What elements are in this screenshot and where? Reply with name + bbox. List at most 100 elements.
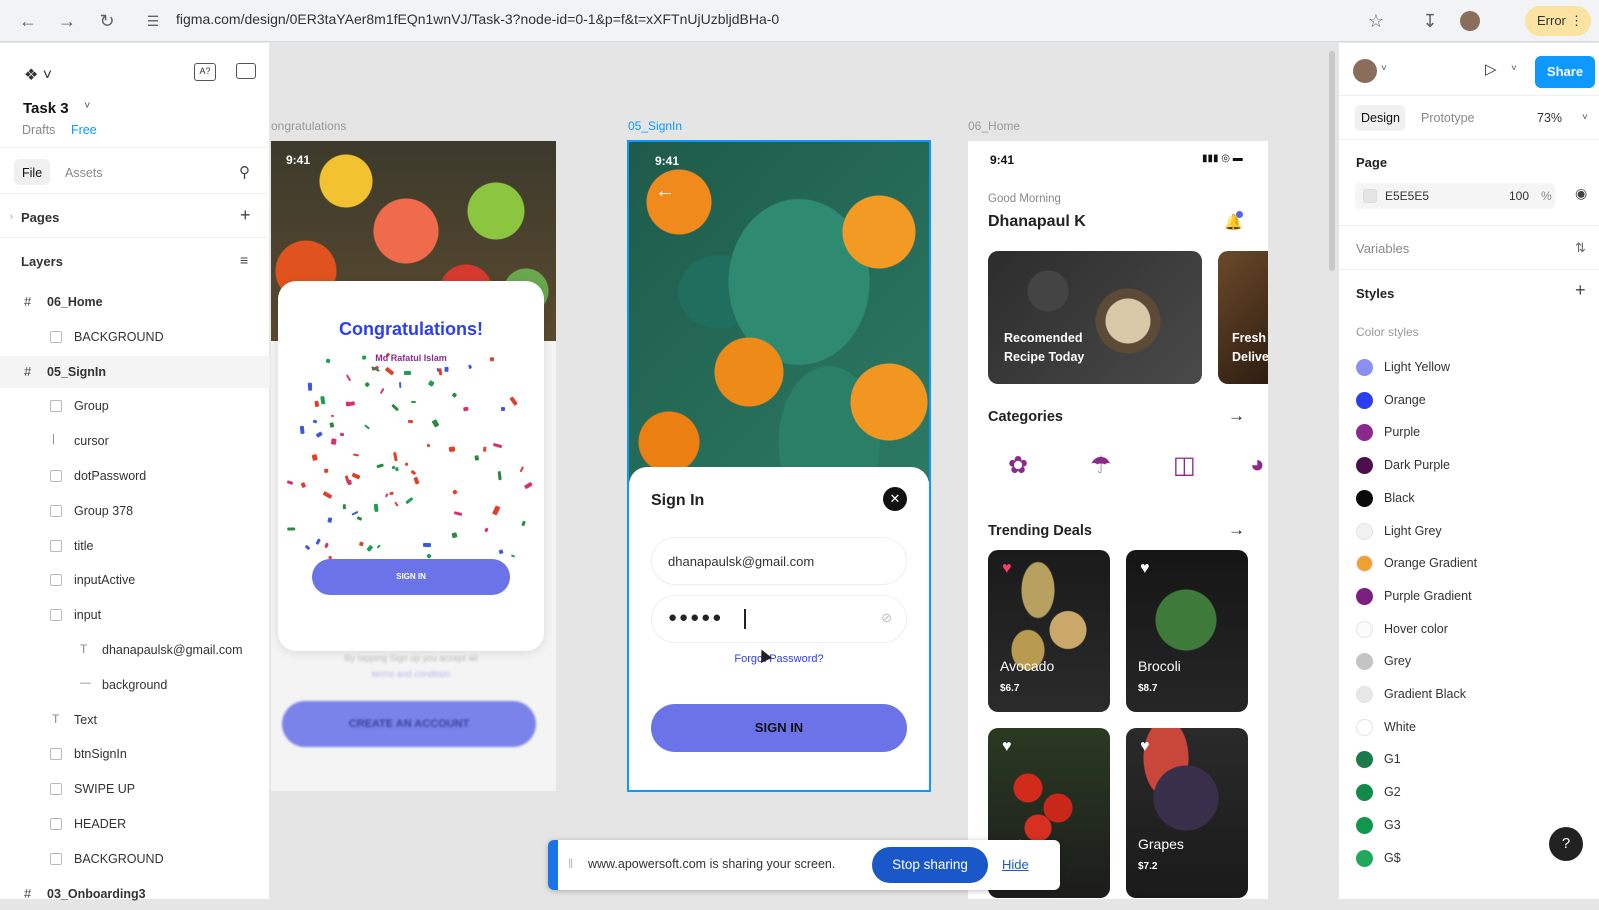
email-field[interactable]: dhanapaulsk@gmail.com	[651, 537, 907, 585]
color-style-item[interactable]: Orange	[1339, 384, 1599, 417]
variables-title[interactable]: Variables	[1356, 241, 1409, 256]
layer-row[interactable]: | cursor	[0, 425, 270, 457]
chevron-right-icon[interactable]: ›	[10, 211, 13, 221]
variables-settings-icon[interactable]: ⇅	[1575, 240, 1586, 256]
jar-category-icon[interactable]: ◫	[1173, 451, 1196, 480]
frame-label-home[interactable]: 06_Home	[968, 119, 1020, 133]
site-settings-icon[interactable]: ☰	[141, 9, 165, 33]
chevron-down-icon[interactable]: ˅	[1381, 63, 1387, 74]
layer-row[interactable]: BACKGROUND	[0, 321, 270, 353]
signin-button[interactable]: SIGN IN	[651, 704, 907, 752]
page-color-hex[interactable]: E5E5E5	[1385, 189, 1429, 203]
layer-row[interactable]: HEADER	[0, 808, 270, 840]
color-style-item[interactable]: G2	[1339, 776, 1599, 809]
heart-icon[interactable]: ♥	[1002, 738, 1012, 756]
reload-icon[interactable]: ↻	[95, 9, 119, 33]
visibility-eye-icon[interactable]: ◉	[1575, 185, 1587, 202]
ai-tools-icon[interactable]: A?	[194, 63, 216, 81]
frame-label-congrats[interactable]: ongratulations	[271, 119, 346, 133]
promo-card-recipe[interactable]: Recomended Recipe Today	[988, 251, 1202, 384]
chevron-down-icon[interactable]: ˅	[1582, 112, 1588, 123]
page-color-swatch[interactable]	[1363, 189, 1377, 203]
arrow-right-icon[interactable]: →	[1228, 406, 1245, 426]
profile-avatar[interactable]	[1458, 9, 1482, 33]
panel-toggle-icon[interactable]	[236, 63, 256, 79]
layer-row[interactable]: BACKGROUND	[0, 843, 270, 875]
color-style-item[interactable]: Hover color	[1339, 613, 1599, 646]
color-style-item[interactable]: Black	[1339, 482, 1599, 515]
forward-arrow-icon[interactable]: →	[55, 9, 79, 33]
layer-filter-icon[interactable]: ≡	[240, 252, 248, 268]
drafts-link[interactable]: Drafts	[22, 123, 55, 137]
layer-row[interactable]: — background	[0, 669, 270, 701]
layer-row[interactable]: inputActive	[0, 564, 270, 596]
deal-card-grapes[interactable]: ♥ Grapes $7.2	[1126, 728, 1248, 898]
heart-icon[interactable]: ♥	[1002, 560, 1012, 578]
address-bar[interactable]: figma.com/design/0ER3taYAer8m1fEQn1wnVJ/…	[176, 11, 779, 27]
color-style-item[interactable]: Purple Gradient	[1339, 580, 1599, 613]
layer-row[interactable]: #05_SignIn	[0, 355, 270, 388]
arrow-right-icon[interactable]: →	[1228, 520, 1245, 540]
congrats-signin-button[interactable]: SIGN IN	[312, 559, 510, 595]
hide-link[interactable]: Hide	[1002, 857, 1029, 872]
color-style-item[interactable]: Light Yellow	[1339, 351, 1599, 384]
layer-row[interactable]: title	[0, 530, 270, 562]
heart-icon[interactable]: ♥	[1140, 560, 1150, 578]
project-title[interactable]: Task 3	[23, 100, 69, 117]
figma-menu-icon[interactable]: ❖ ˅	[24, 65, 52, 85]
back-arrow-icon[interactable]: ←	[16, 9, 40, 33]
color-style-item[interactable]: White	[1339, 711, 1599, 744]
color-style-item[interactable]: Light Grey	[1339, 515, 1599, 548]
tab-assets[interactable]: Assets	[65, 166, 103, 180]
deal-card-brocoli[interactable]: ♥ Brocoli $8.7	[1126, 550, 1248, 712]
search-icon[interactable]: ⚲	[239, 163, 250, 181]
deal-card-avocado[interactable]: ♥ Avocado $6.7	[988, 550, 1110, 712]
eye-off-icon[interactable]: ⊘	[881, 610, 892, 626]
chevron-down-icon[interactable]: ˅	[1511, 63, 1517, 74]
add-style-icon[interactable]: +	[1575, 280, 1586, 301]
bowl-category-icon[interactable]: ◕	[1250, 451, 1265, 479]
layer-row[interactable]: input	[0, 599, 270, 631]
bookmark-star-icon[interactable]: ☆	[1364, 9, 1388, 33]
play-icon[interactable]: ▷	[1485, 60, 1497, 78]
layer-row[interactable]: #06_Home	[0, 286, 270, 318]
tab-prototype[interactable]: Prototype	[1421, 111, 1475, 125]
color-style-item[interactable]: Dark Purple	[1339, 449, 1599, 482]
password-field[interactable]: ●●●●● ⊘	[651, 595, 907, 643]
user-avatar[interactable]	[1353, 59, 1377, 83]
close-icon[interactable]: ✕	[883, 487, 907, 511]
color-style-item[interactable]: Gradient Black	[1339, 678, 1599, 711]
add-page-icon[interactable]: +	[240, 205, 251, 226]
page-color-field[interactable]: E5E5E5 100 %	[1355, 183, 1555, 209]
layer-row[interactable]: #03_Onboarding3	[0, 878, 270, 910]
color-style-item[interactable]: Purple	[1339, 416, 1599, 449]
home-frame[interactable]: 9:41 ▮▮▮ ◎ ▬ Good Morning Dhanapaul K 🔔 …	[968, 141, 1268, 899]
back-arrow-icon[interactable]: ←	[655, 180, 675, 203]
pages-header[interactable]: Pages	[21, 210, 59, 225]
mushroom-category-icon[interactable]: ☂	[1090, 451, 1112, 480]
signin-frame[interactable]: 9:41 ← Sign In ✕ dhanapaulsk@gmail.com ●…	[627, 140, 931, 792]
forgot-password-link[interactable]: Forgot Password?	[629, 653, 929, 665]
frame-label-signin[interactable]: 05_SignIn	[628, 119, 682, 133]
help-icon[interactable]: ?	[1549, 827, 1583, 861]
drag-handle-icon[interactable]: ‖	[568, 856, 573, 871]
layer-row[interactable]: Group 378	[0, 495, 270, 527]
vegetable-category-icon[interactable]: ✿	[1008, 451, 1028, 480]
share-button[interactable]: Share	[1535, 56, 1595, 88]
color-style-item[interactable]: G1	[1339, 743, 1599, 776]
design-canvas[interactable]: ongratulations 05_SignIn 06_Home 9:41 Co…	[271, 43, 1337, 899]
layer-row[interactable]: Tdhanapaulsk@gmail.com	[0, 634, 270, 666]
layer-row[interactable]: SWIPE UP	[0, 773, 270, 805]
color-style-item[interactable]: Orange Gradient	[1339, 547, 1599, 580]
stop-sharing-button[interactable]: Stop sharing	[872, 847, 988, 883]
canvas-scrollbar[interactable]	[1329, 51, 1335, 271]
tab-design[interactable]: Design	[1361, 111, 1400, 125]
plan-badge[interactable]: Free	[71, 123, 97, 137]
profile-error-pill[interactable]: Error ⋮	[1525, 6, 1591, 36]
page-opacity[interactable]: 100	[1509, 189, 1529, 203]
tab-file[interactable]: File	[22, 166, 42, 180]
create-account-button[interactable]: CREATE AN ACCOUNT	[282, 701, 536, 747]
layer-row[interactable]: dotPassword	[0, 460, 270, 492]
zoom-level[interactable]: 73%	[1537, 111, 1562, 125]
congrats-frame[interactable]: 9:41 Congratulations! Md Rafatul Islam S…	[271, 141, 556, 791]
